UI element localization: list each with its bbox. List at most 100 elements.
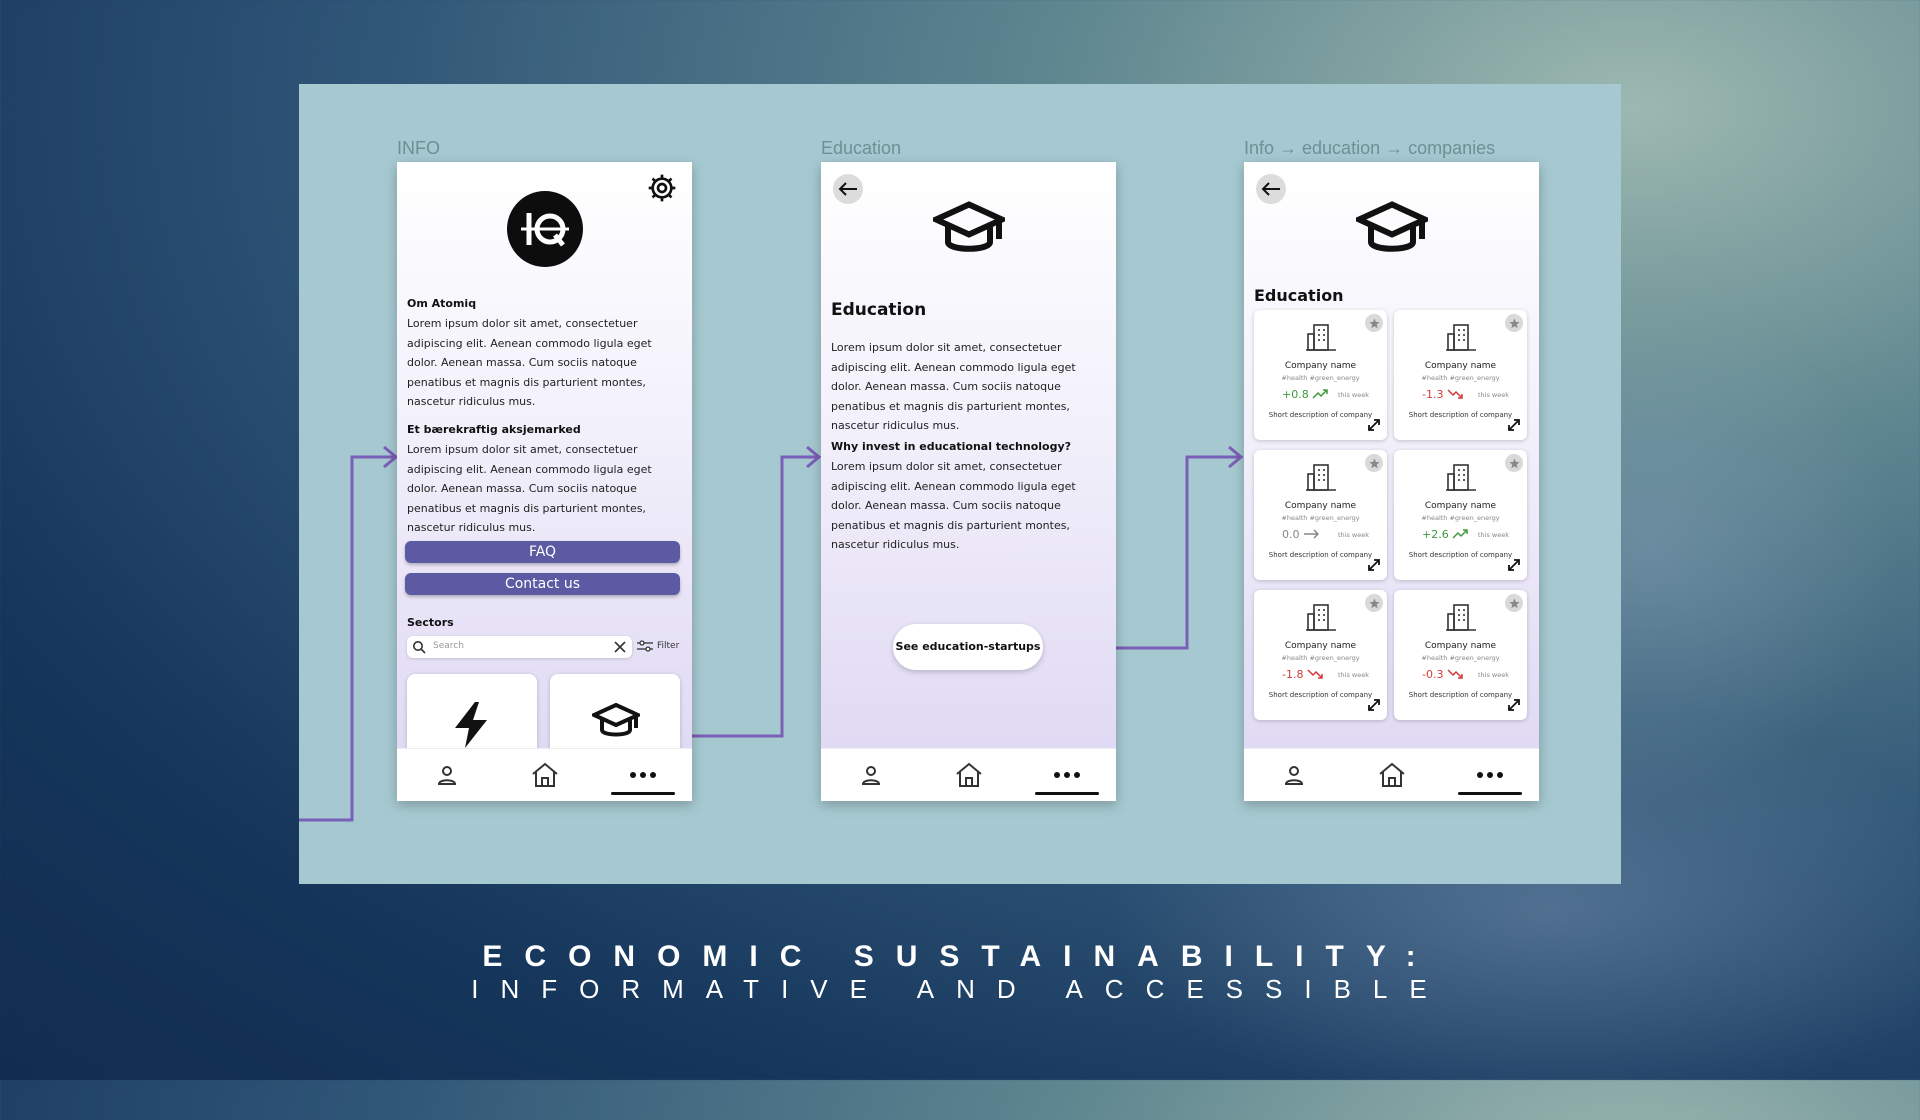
company-tags: #health #green_energy (1421, 654, 1500, 662)
atomiq-logo (507, 191, 583, 267)
company-card[interactable]: Company name #health #green_energy +2.6 th… (1394, 450, 1527, 580)
expand-icon[interactable] (1367, 417, 1381, 436)
building-icon (1446, 604, 1476, 631)
faq-button[interactable]: FAQ (405, 541, 680, 563)
star-icon[interactable] (1505, 594, 1523, 612)
trend-icon (1303, 528, 1320, 542)
weekly-change: +2.6 (1422, 528, 1468, 542)
company-name: Company name (1424, 501, 1497, 511)
expand-icon[interactable] (1367, 697, 1381, 716)
sectors-heading: Sectors (407, 616, 454, 629)
company-tags: #health #green_energy (1281, 374, 1360, 382)
back-button[interactable] (833, 174, 863, 204)
flow-arrow-to-info (299, 455, 394, 822)
change-period: this week (1338, 531, 1370, 539)
graduation-cap-icon (592, 702, 640, 737)
section-body: Lorem ipsum dolor sit amet, consectetuer… (407, 443, 652, 534)
profile-icon[interactable] (851, 761, 891, 789)
active-tab-indicator (611, 792, 675, 795)
change-period: this week (1478, 671, 1510, 679)
company-card[interactable]: Company name #health #green_energy +0.8 th… (1254, 310, 1387, 440)
clear-icon[interactable] (614, 641, 626, 653)
more-icon[interactable] (1047, 761, 1087, 789)
building-icon (1306, 324, 1336, 351)
search-icon (413, 641, 426, 654)
active-tab-indicator (1035, 792, 1099, 795)
weekly-change: -0.3 (1422, 668, 1463, 682)
star-icon[interactable] (1505, 314, 1523, 332)
more-icon[interactable] (1470, 761, 1510, 789)
change-period: this week (1478, 391, 1510, 399)
trend-icon (1312, 388, 1328, 402)
expand-icon[interactable] (1367, 557, 1381, 576)
see-startups-button[interactable]: See education-startups (893, 624, 1043, 670)
search-input[interactable]: Search (407, 636, 632, 658)
change-value: 0.0 (1282, 528, 1300, 541)
section-body: Lorem ipsum dolor sit amet, consectetuer… (407, 317, 652, 408)
home-icon[interactable] (949, 761, 989, 789)
profile-icon[interactable] (427, 761, 467, 789)
active-tab-indicator (1458, 792, 1522, 795)
trend-icon (1447, 668, 1463, 682)
lightning-icon (455, 702, 487, 748)
filter-button[interactable]: Filter (637, 640, 679, 652)
star-icon[interactable] (1365, 594, 1383, 612)
section-heading: Et bærekraftig aksjemarked (407, 423, 581, 436)
weekly-change: -1.3 (1422, 388, 1463, 402)
page-title: Education (831, 300, 927, 320)
change-value: +0.8 (1282, 388, 1309, 401)
change-period: this week (1338, 671, 1370, 679)
expand-icon[interactable] (1507, 557, 1521, 576)
star-icon[interactable] (1505, 454, 1523, 472)
trend-icon (1452, 528, 1468, 542)
education-body: Lorem ipsum dolor sit amet, consectetuer… (831, 341, 1076, 432)
contact-button[interactable]: Contact us (405, 573, 680, 595)
company-name: Company name (1424, 361, 1497, 371)
weekly-change: +0.8 (1282, 388, 1328, 402)
change-value: -1.3 (1422, 388, 1444, 401)
change-period: this week (1478, 531, 1510, 539)
expand-icon[interactable] (1507, 697, 1521, 716)
building-icon (1306, 464, 1336, 491)
star-icon[interactable] (1365, 454, 1383, 472)
expand-icon[interactable] (1507, 417, 1521, 436)
company-card[interactable]: Company name #health #green_energy -0.3 th… (1394, 590, 1527, 720)
weekly-change: 0.0 (1282, 528, 1320, 542)
company-card[interactable]: Company name #health #green_energy 0.0 thi… (1254, 450, 1387, 580)
why-heading: Why invest in educational technology? (831, 440, 1072, 453)
building-icon (1446, 464, 1476, 491)
frame-label-education: Education (821, 138, 902, 158)
more-icon[interactable] (623, 761, 663, 789)
trend-icon (1307, 668, 1323, 682)
company-tags: #health #green_energy (1281, 654, 1360, 662)
building-icon (1446, 324, 1476, 351)
filter-label: Filter (657, 641, 680, 651)
company-name: Company name (1284, 361, 1357, 371)
home-icon[interactable] (1372, 761, 1412, 789)
bottom-navbar (397, 748, 692, 801)
design-canvas: INFO Education Info → education → compan… (299, 84, 1621, 884)
why-body: Lorem ipsum dolor sit amet, consectetuer… (831, 460, 1076, 551)
trend-icon (1447, 388, 1463, 402)
bottom-navbar (821, 748, 1116, 801)
company-card[interactable]: Company name #health #green_energy -1.3 th… (1394, 310, 1527, 440)
profile-icon[interactable] (1274, 761, 1314, 789)
company-name: Company name (1284, 501, 1357, 511)
graduation-cap-icon (1356, 201, 1428, 252)
star-icon[interactable] (1365, 314, 1383, 332)
page-title: Education (1254, 286, 1344, 305)
slide-title: ECONOMIC SUSTAINABILITY: (482, 940, 1438, 973)
arrow-left-icon (1261, 182, 1280, 196)
search-placeholder: Search (433, 641, 464, 651)
change-value: +2.6 (1422, 528, 1449, 541)
back-button[interactable] (1256, 174, 1286, 204)
gear-icon[interactable] (646, 172, 678, 208)
phone-info: Om Atomiq Lorem ipsum dolor sit amet, co… (397, 162, 692, 801)
company-tags: #health #green_energy (1421, 514, 1500, 522)
change-period: this week (1338, 391, 1370, 399)
company-card[interactable]: Company name #health #green_energy -1.8 th… (1254, 590, 1387, 720)
arrow-left-icon (838, 182, 857, 196)
company-name: Company name (1284, 641, 1357, 651)
home-icon[interactable] (525, 761, 565, 789)
weekly-change: -1.8 (1282, 668, 1323, 682)
